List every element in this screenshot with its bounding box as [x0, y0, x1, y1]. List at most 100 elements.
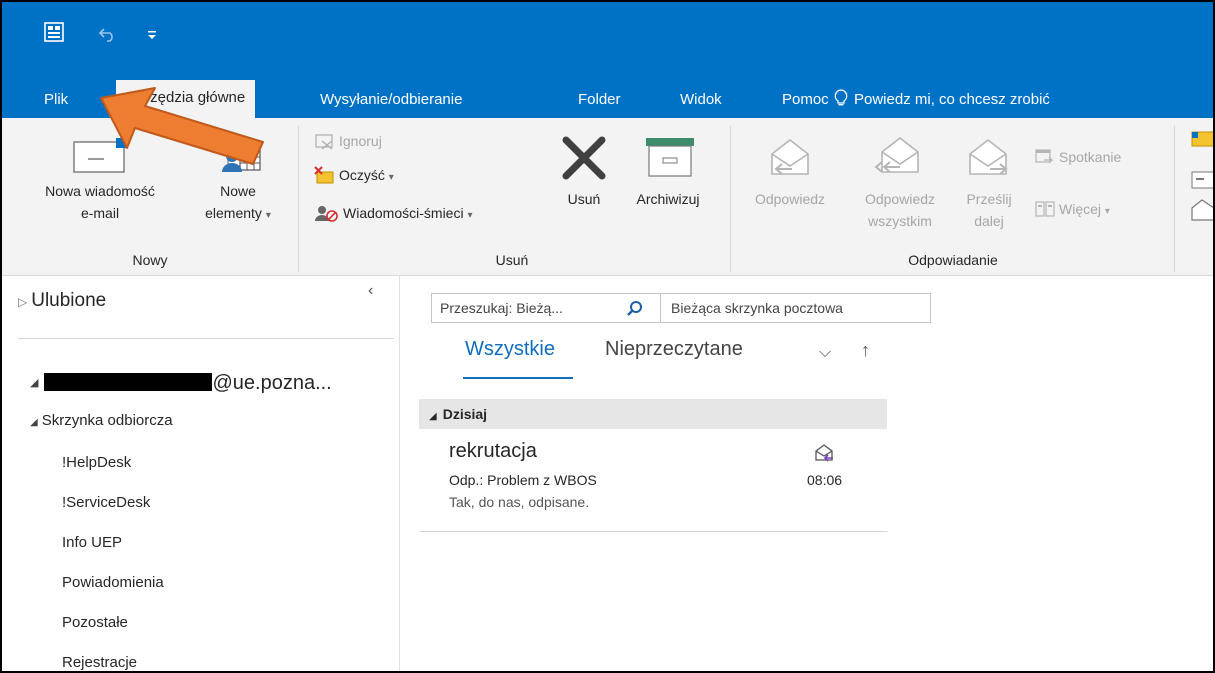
search-placeholder: Przeszukaj: Bieżą...	[440, 300, 563, 316]
folder-item[interactable]: Powiadomienia	[62, 574, 164, 591]
junk-label: Wiadomości-śmieci	[343, 205, 464, 221]
reply-label: Odpowiedz	[754, 191, 826, 207]
message-list-pane: Przeszukaj: Bieżą... Bieżąca skrzynka po…	[401, 276, 941, 671]
junk-icon	[315, 206, 338, 222]
search-scope-dropdown[interactable]: Bieżąca skrzynka pocztowa	[661, 293, 931, 323]
chevron-down-icon: ▾	[467, 210, 473, 221]
meeting-label: Spotkanie	[1059, 149, 1122, 165]
junk-button[interactable]: Wiadomości-śmieci ▾	[314, 202, 473, 224]
chevron-down-icon: ▾	[388, 172, 394, 183]
lightbulb-icon	[834, 89, 848, 106]
ignore-label: Ignoruj	[339, 133, 382, 149]
forward-label-2: dalej	[974, 213, 1004, 229]
group-label: Dzisiaj	[442, 406, 488, 422]
collapse-icon: ◢	[429, 411, 437, 422]
customize-toolbar-icon[interactable]	[146, 24, 158, 49]
scope-label: Bieżąca skrzynka pocztowa	[671, 300, 843, 316]
folder-item[interactable]: Info UEP	[62, 534, 122, 551]
archive-button[interactable]: Archiwizuj	[616, 126, 720, 248]
separator	[730, 126, 731, 272]
chevron-down-icon: ▾	[265, 210, 271, 221]
folder-item[interactable]: !HelpDesk	[62, 454, 131, 471]
active-tab-underline	[463, 377, 573, 379]
reply-all-icon	[874, 136, 919, 173]
expand-icon: ▷	[18, 295, 28, 309]
forward-label-1: Prześlij	[966, 191, 1012, 207]
reply-icon	[771, 138, 809, 175]
tell-me-search[interactable]: Powiedz mi, co chcesz zrobić	[834, 82, 1050, 118]
collapse-icon: ◢	[30, 417, 38, 428]
quick-steps-icon[interactable]	[1186, 130, 1214, 240]
mail-time: 08:06	[807, 472, 843, 488]
favorites-node[interactable]: ▷ Ulubione	[18, 290, 106, 312]
mail-sender: rekrutacja	[449, 440, 537, 462]
search-icon	[627, 301, 642, 316]
chevron-down-icon: ▾	[1104, 206, 1110, 217]
folder-item[interactable]: !ServiceDesk	[62, 494, 150, 511]
forward-button[interactable]: Prześlij dalej	[956, 126, 1022, 248]
tab-help[interactable]: Pomoc	[772, 82, 839, 118]
new-items-label-text: elementy	[205, 205, 262, 221]
folder-item[interactable]: Pozostałe	[62, 614, 128, 631]
more-button[interactable]: Więcej ▾	[1034, 198, 1110, 220]
ignore-button[interactable]: Ignoruj	[314, 130, 382, 152]
sort-icon[interactable]: ↑	[861, 340, 870, 361]
clean-label: Oczyść	[339, 167, 385, 183]
group-delete-title: Usuń	[495, 252, 529, 268]
replied-icon	[815, 444, 833, 462]
clean-icon	[314, 166, 334, 184]
delete-button[interactable]: Usuń	[552, 126, 616, 248]
tab-view[interactable]: Widok	[670, 82, 732, 118]
forward-icon	[969, 138, 1008, 175]
reply-all-button[interactable]: Odpowiedz wszystkim	[844, 126, 956, 248]
undo-icon[interactable]	[98, 24, 118, 49]
orange-arrow-annotation	[100, 87, 264, 165]
clean-button[interactable]: Oczyść ▾	[314, 164, 394, 186]
archive-icon	[646, 138, 694, 177]
folder-pane: ▷ Ulubione ‹ ◢ @ue.pozna... ◢ Skrzynka odbi…	[2, 276, 400, 671]
account-label: @ue.pozna...	[212, 372, 332, 394]
separator	[18, 338, 394, 339]
more-label: Więcej	[1059, 201, 1102, 217]
collapse-pane-icon[interactable]: ‹	[368, 282, 373, 300]
mail-subject: Odp.: Problem z WBOS	[449, 472, 597, 488]
group-new-title: Nowy	[132, 252, 168, 268]
filter-unread-tab[interactable]: Nieprzeczytane	[605, 338, 743, 361]
new-items-label-2: elementy ▾	[188, 204, 288, 225]
new-email-label-2: e-mail	[80, 205, 120, 221]
folder-item[interactable]: Rejestracje	[62, 654, 137, 671]
mail-preview: Tak, do nas, odpisane.	[449, 494, 590, 510]
reply-all-label-2: wszystkim	[868, 213, 932, 229]
inbox-node[interactable]: ◢ Skrzynka odbiorcza	[30, 412, 173, 429]
outlook-window: Plik Narzędzia główne Wysyłanie/odbieran…	[0, 0, 1215, 673]
favorites-label: Ulubione	[31, 290, 107, 311]
delete-icon	[562, 136, 606, 180]
meeting-button[interactable]: Spotkanie	[1034, 146, 1121, 168]
mail-item[interactable]: rekrutacja Odp.: Problem z WBOS Tak, do …	[419, 436, 887, 532]
filter-dropdown-icon[interactable]: ⌵	[819, 344, 831, 362]
outlook-icon[interactable]	[44, 22, 64, 47]
separator	[298, 126, 299, 272]
filter-all-tab[interactable]: Wszystkie	[465, 338, 555, 361]
tell-me-label: Powiedz mi, co chcesz zrobić	[854, 91, 1050, 108]
tab-file[interactable]: Plik	[34, 82, 78, 118]
inbox-label: Skrzynka odbiorcza	[41, 412, 173, 429]
ignore-icon	[315, 134, 333, 150]
redacted-email	[44, 373, 213, 391]
group-header-today[interactable]: ◢ Dzisiaj	[419, 399, 887, 429]
reply-all-label-1: Odpowiedz	[864, 191, 936, 207]
new-items-label-1: Nowe	[220, 183, 256, 199]
account-node[interactable]: ◢ @ue.pozna...	[30, 372, 332, 395]
title-bar	[2, 2, 1213, 72]
group-respond-title: Odpowiadanie	[908, 252, 998, 268]
meeting-icon	[1035, 149, 1054, 164]
new-email-label-1: Nowa wiadomość	[45, 183, 155, 199]
archive-label: Archiwizuj	[636, 191, 700, 207]
collapse-icon: ◢	[30, 377, 39, 389]
tab-send-receive[interactable]: Wysyłanie/odbieranie	[310, 82, 472, 118]
search-input[interactable]: Przeszukaj: Bieżą...	[431, 293, 661, 323]
tab-folder[interactable]: Folder	[568, 82, 631, 118]
reply-button[interactable]: Odpowiedz	[736, 126, 844, 248]
more-icon	[1035, 201, 1055, 217]
delete-label: Usuń	[567, 191, 601, 207]
